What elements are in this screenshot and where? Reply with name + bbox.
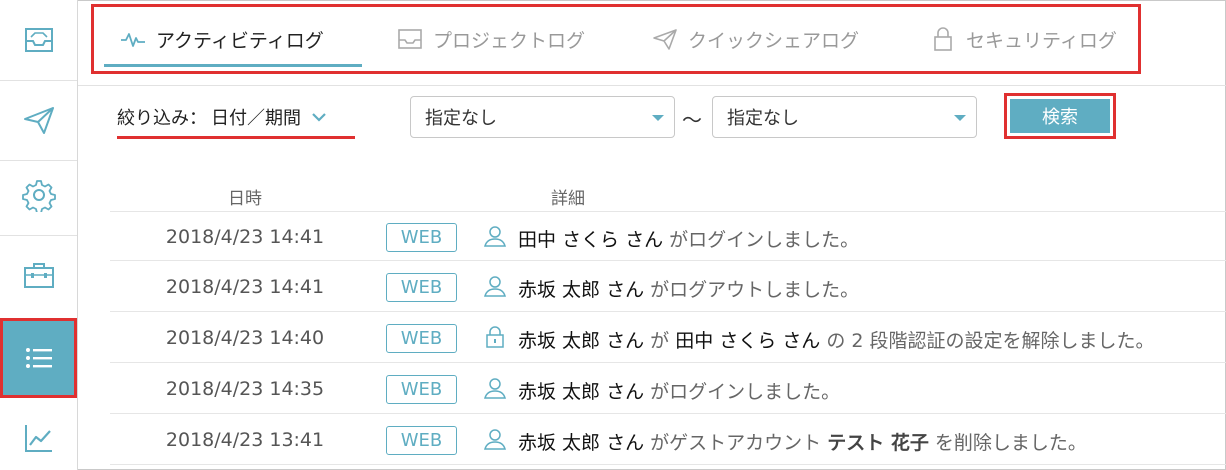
tabs-divider	[78, 85, 1226, 86]
active-tab-indicator	[104, 64, 362, 67]
tab-quickshare-log[interactable]: クイックシェアログ	[652, 21, 859, 57]
user-name: 赤坂 太郎 さん	[518, 432, 645, 454]
sidebar-item-settings[interactable]	[0, 155, 77, 235]
user-name: 赤坂 太郎 さん	[518, 330, 645, 352]
date-from-select[interactable]: 指定なし	[410, 96, 675, 138]
action-text: がログインしました。	[650, 381, 841, 403]
sidebar-item-quickshare[interactable]	[0, 80, 77, 160]
row-message: 赤坂 太郎 さん がログインしました。	[518, 377, 840, 404]
gear-icon	[21, 180, 56, 212]
lock-icon	[486, 326, 504, 348]
action-text: の 2 段階認証の設定を解除しました。	[826, 330, 1155, 352]
person-icon	[484, 226, 506, 247]
channel-badge: WEB	[386, 273, 457, 302]
filter-highlight-underline	[117, 136, 355, 139]
person-icon	[484, 429, 506, 450]
line-chart-icon	[24, 425, 52, 452]
channel-badge: WEB	[386, 375, 457, 404]
user-name: 赤坂 太郎 さん	[518, 279, 645, 301]
inbox-tray-icon	[24, 28, 53, 52]
search-button-label: 検索	[1010, 99, 1110, 133]
tab-label: セキュリティログ	[966, 29, 1117, 52]
sidebar-item-logs[interactable]	[0, 318, 77, 398]
lock-icon	[934, 27, 952, 51]
action-text: がログアウトしました。	[650, 279, 860, 301]
tab-label: プロジェクトログ	[433, 29, 586, 52]
paper-plane-icon	[23, 107, 54, 134]
tab-activity-log[interactable]: アクティビティログ	[120, 21, 324, 57]
tab-label: クイックシェアログ	[688, 29, 860, 52]
row-message: 赤坂 太郎 さん がログアウトしました。	[518, 275, 859, 302]
row-datetime: 2018/4/23 14:41	[165, 226, 325, 248]
sidebar	[0, 0, 78, 470]
date-to-value: 指定なし	[727, 108, 799, 129]
person-icon	[484, 276, 506, 297]
row-datetime: 2018/4/23 14:41	[165, 276, 325, 298]
caret-down-icon	[652, 115, 664, 121]
user-name: 田中 さくら さん	[518, 229, 664, 251]
paper-plane-icon	[653, 29, 677, 50]
action-connector: がゲストアカウント	[650, 432, 822, 454]
sidebar-item-business[interactable]	[0, 235, 77, 315]
channel-badge: WEB	[386, 324, 457, 353]
channel-badge: WEB	[386, 223, 457, 252]
caret-down-icon	[954, 115, 966, 121]
column-header-detail: 詳細	[551, 189, 585, 209]
person-icon	[484, 378, 506, 399]
filter-value: 日付／期間	[211, 108, 301, 129]
log-tabs: アクティビティログ プロジェクトログ クイックシェアログ セキュリティログ	[91, 4, 1141, 74]
column-header-datetime: 日時	[228, 189, 262, 209]
filter-label: 絞り込み：	[117, 108, 207, 129]
range-separator: 〜	[682, 108, 702, 132]
list-icon	[25, 348, 52, 368]
target-user-name: 田中 さくら さん	[675, 330, 821, 352]
row-message: 田中 さくら さん がログインしました。	[518, 225, 859, 252]
action-connector: が	[650, 330, 670, 352]
sidebar-item-reports[interactable]	[0, 398, 77, 470]
filter-type-dropdown[interactable]: 絞り込み： 日付／期間	[117, 103, 327, 131]
sidebar-item-projects[interactable]	[0, 0, 77, 80]
row-message: 赤坂 太郎 さん がゲストアカウント テスト 花子 を削除しました。	[518, 428, 1087, 455]
date-from-value: 指定なし	[425, 108, 497, 129]
action-text: がログインしました。	[669, 229, 860, 251]
row-datetime: 2018/4/23 14:40	[165, 327, 325, 349]
search-button[interactable]: 検索	[1004, 93, 1116, 139]
row-message: 赤坂 太郎 さん が 田中 さくら さん の 2 段階認証の設定を解除しました。	[518, 326, 1155, 353]
table-row: 2018/4/23 14:41 WEB 田中 さくら さん がログインしました。	[110, 211, 1226, 261]
date-to-select[interactable]: 指定なし	[712, 96, 977, 138]
table-row: 2018/4/23 14:40 WEB 赤坂 太郎 さん が 田中 さくら さん…	[110, 313, 1226, 363]
pulse-icon	[121, 33, 145, 47]
row-datetime: 2018/4/23 14:35	[165, 378, 325, 400]
row-datetime: 2018/4/23 13:41	[165, 429, 325, 451]
tab-label: アクティビティログ	[156, 29, 324, 52]
channel-badge: WEB	[386, 426, 457, 455]
tab-project-log[interactable]: プロジェクトログ	[397, 21, 585, 57]
user-name: 赤坂 太郎 さん	[518, 381, 645, 403]
tab-security-log[interactable]: セキュリティログ	[930, 21, 1117, 57]
chevron-down-icon	[312, 113, 326, 122]
table-row: 2018/4/23 13:41 WEB 赤坂 太郎 さん がゲストアカウント テ…	[110, 415, 1226, 465]
briefcase-icon	[23, 263, 54, 288]
action-text: を削除しました。	[934, 432, 1087, 454]
inbox-tray-icon	[398, 29, 422, 49]
table-row: 2018/4/23 14:41 WEB 赤坂 太郎 さん がログアウトしました。	[110, 262, 1226, 312]
guest-account-name: テスト 花子	[827, 432, 929, 454]
table-row: 2018/4/23 14:35 WEB 赤坂 太郎 さん がログインしました。	[110, 364, 1226, 414]
